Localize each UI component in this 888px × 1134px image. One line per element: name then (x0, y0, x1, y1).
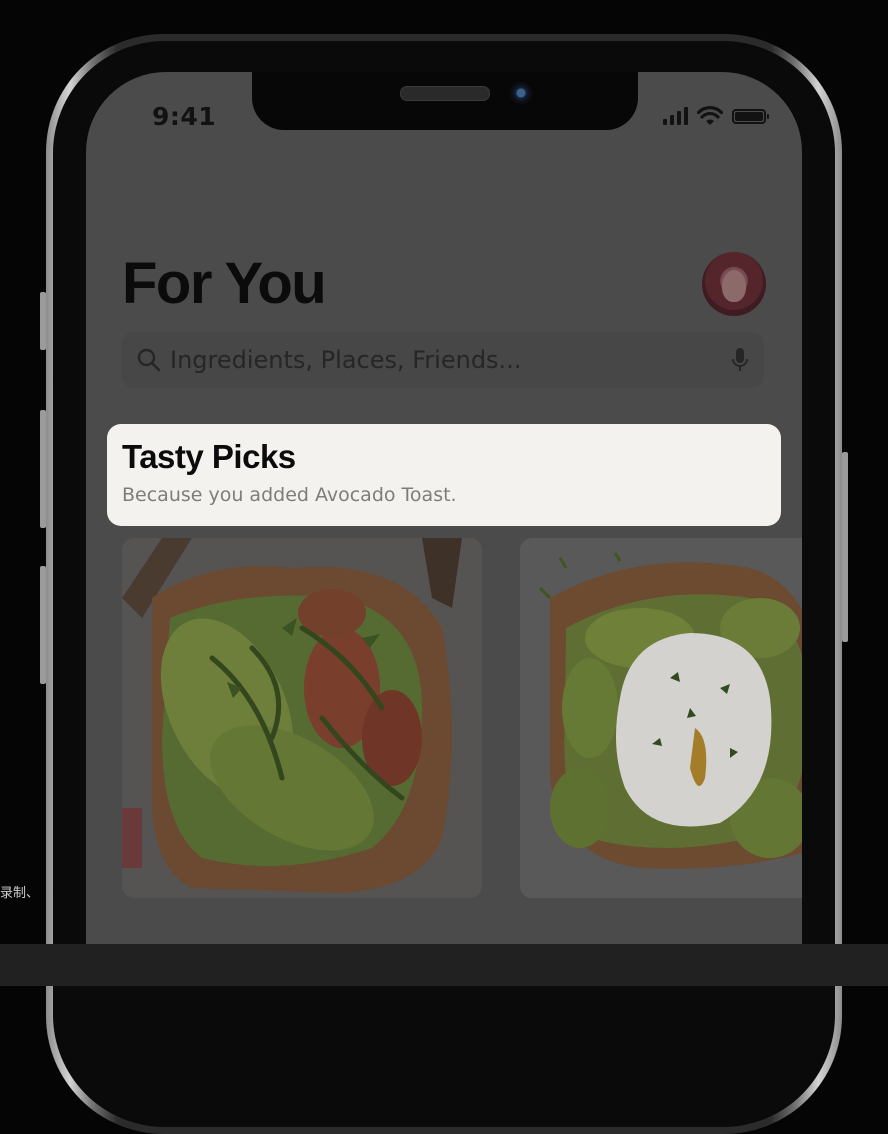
memoji-face (722, 270, 746, 302)
front-camera (510, 82, 532, 104)
search-icon (137, 348, 161, 372)
status-icons (663, 106, 769, 126)
mute-switch (40, 292, 46, 350)
recipe-photo-poached-egg-toast[interactable] (520, 538, 802, 898)
recipe-photo-avocado-tomato-toast[interactable] (122, 538, 482, 898)
profile-avatar[interactable] (702, 252, 766, 316)
search-bar[interactable] (122, 332, 764, 388)
page-title: For You (122, 251, 327, 316)
bottom-bar (0, 944, 888, 986)
section-title: Tasty Picks (122, 438, 296, 475)
recipe-photo-image (122, 538, 482, 898)
battery-level (735, 111, 763, 121)
power-button (842, 452, 848, 642)
cellular-signal-icon (663, 107, 688, 125)
notch (252, 72, 638, 130)
section-subtitle: Because you added Avocado Toast. (122, 484, 457, 506)
microphone-icon[interactable] (730, 346, 750, 374)
volume-down-button (40, 566, 46, 684)
battery-icon (732, 108, 769, 124)
background-caption: 录制、 (0, 886, 40, 901)
wifi-icon (697, 106, 723, 125)
recipe-photo-image (520, 538, 802, 898)
search-input[interactable] (170, 346, 730, 374)
phone-screen: 9:41 For You Tasty Picks Because yo (86, 72, 802, 952)
status-time: 9:41 (152, 102, 217, 131)
volume-up-button (40, 410, 46, 528)
earpiece-speaker (400, 86, 490, 101)
section-header-card[interactable]: Tasty Picks Because you added Avocado To… (107, 424, 781, 526)
